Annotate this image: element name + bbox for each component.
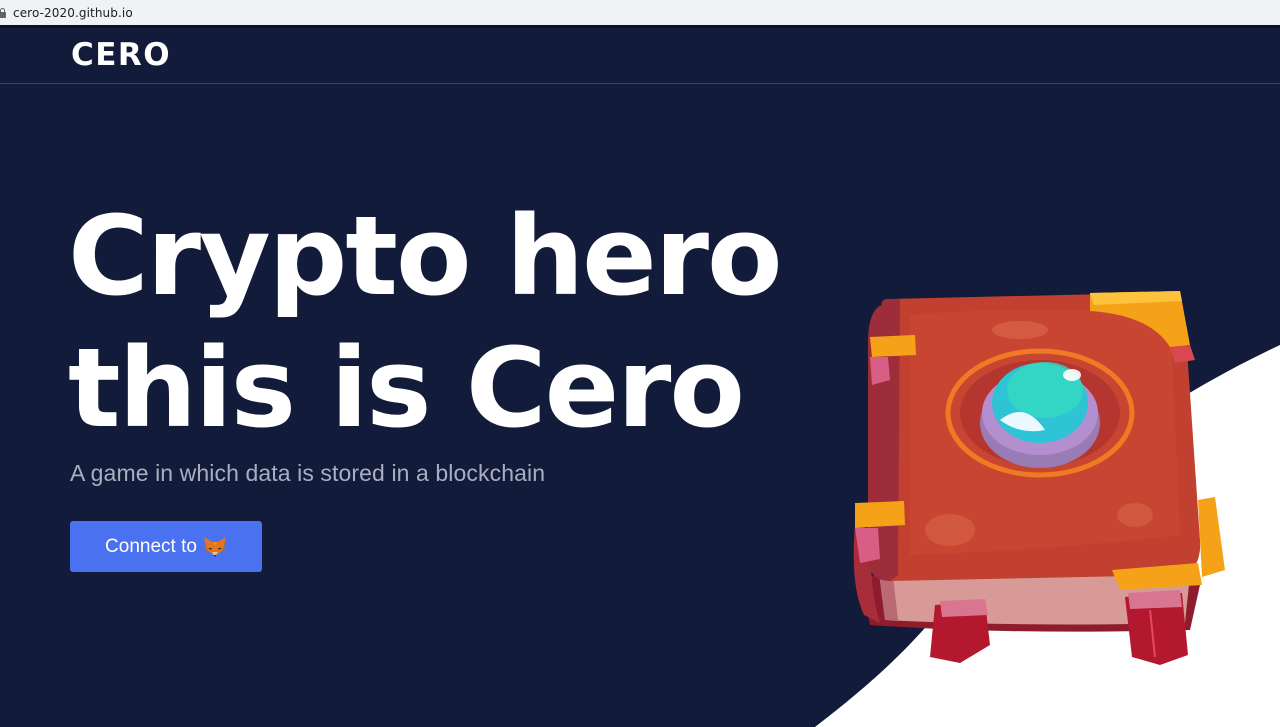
address-url[interactable]: cero-2020.github.io bbox=[13, 6, 133, 20]
magic-book-illustration bbox=[853, 291, 1225, 665]
browser-address-bar[interactable]: cero-2020.github.io bbox=[0, 0, 1280, 26]
connect-metamask-button[interactable]: Connect to bbox=[70, 521, 262, 572]
metamask-fox-icon bbox=[203, 536, 226, 557]
hero-title-line-2: this is Cero bbox=[68, 324, 745, 452]
hero-title: Crypto hero this is Cero bbox=[68, 190, 783, 454]
hero-title-line-1: Crypto hero bbox=[68, 192, 783, 320]
site-header: CERO bbox=[0, 28, 1280, 84]
site-logo[interactable]: CERO bbox=[71, 36, 171, 74]
hero-subtitle: A game in which data is stored in a bloc… bbox=[70, 460, 546, 486]
lock-icon bbox=[0, 7, 6, 18]
connect-button-label: Connect to bbox=[105, 535, 197, 557]
